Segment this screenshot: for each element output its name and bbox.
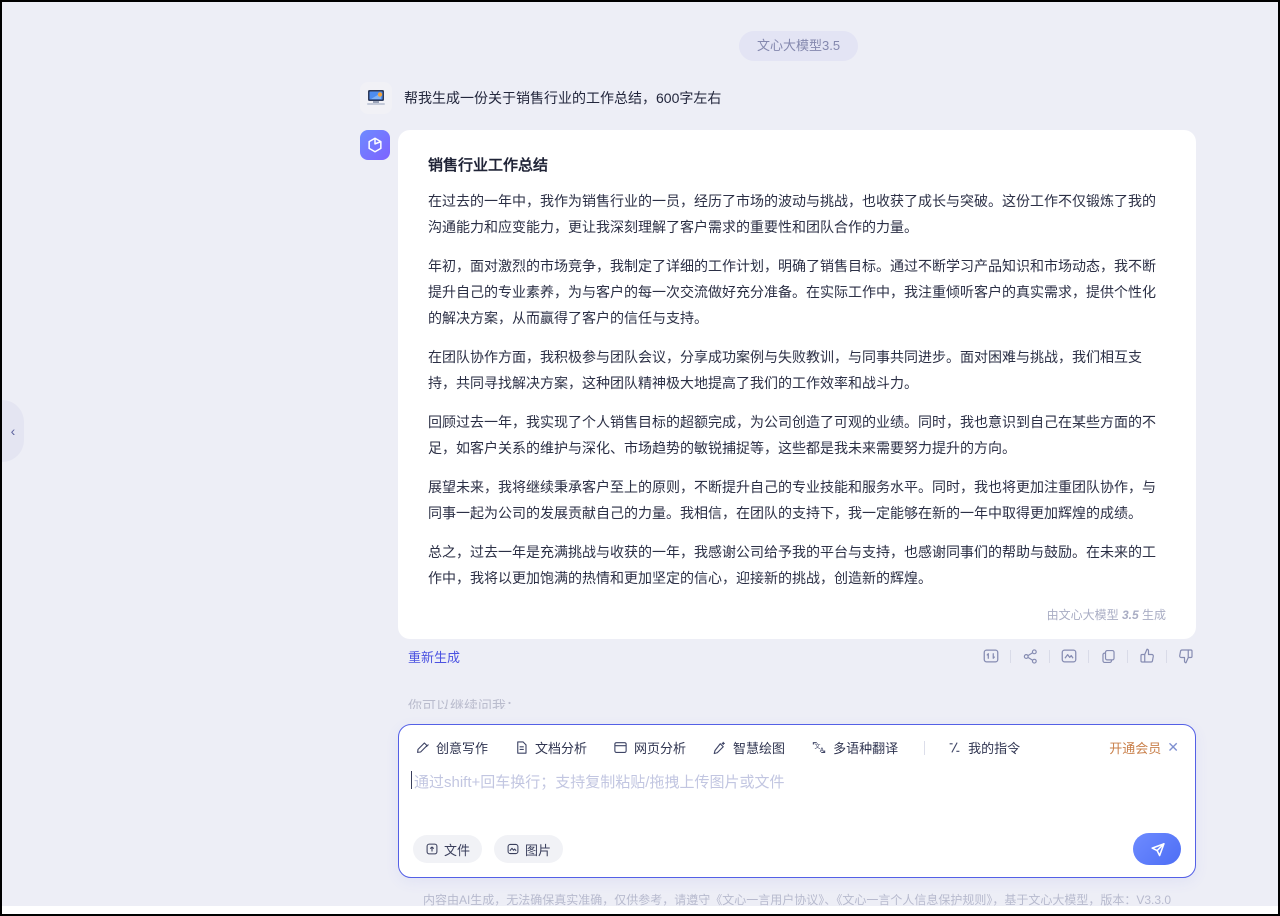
computer-avatar-icon	[365, 88, 387, 108]
pencil-icon	[415, 740, 430, 755]
upload-image-button[interactable]: 图片	[494, 835, 563, 863]
divider	[1049, 650, 1050, 663]
divider	[1010, 650, 1011, 663]
send-button[interactable]	[1133, 833, 1181, 865]
privacy-policy-link[interactable]: 《文心一言个人信息保护规则》	[836, 893, 992, 907]
document-icon	[514, 740, 529, 755]
divider	[1127, 650, 1128, 663]
response-actions-row: 重新生成	[398, 646, 1196, 666]
upload-file-button[interactable]: 文件	[413, 835, 482, 863]
user-message-row: 帮我生成一份关于销售行业的工作总结，600字左右	[360, 82, 721, 114]
disclaimer-text: 内容由AI生成，无法确保真实准确，仅供参考，请遵守	[423, 893, 710, 907]
version-text: ，基于文心大模型，版本：V3.3.0	[992, 893, 1171, 907]
divider	[924, 741, 925, 755]
tool-smart-drawing[interactable]: 智慧绘图	[712, 738, 785, 757]
chevron-left-icon: ‹	[11, 423, 16, 439]
user-avatar	[360, 82, 392, 114]
response-paragraph: 展望未来，我将继续秉承客户至上的原则，不断提升自己的专业技能和服务水平。同时，我…	[428, 474, 1166, 526]
export-icon[interactable]	[981, 646, 1001, 666]
tool-my-commands[interactable]: 我的指令	[947, 738, 1020, 757]
sidebar-collapse-handle[interactable]: ‹	[2, 400, 24, 462]
response-paragraph: 在团队协作方面，我积极参与团队会议，分享成功案例与失败教训，与同事共同进步。面对…	[428, 344, 1166, 396]
webpage-icon	[613, 740, 628, 755]
user-agreement-link[interactable]: 《文心一言用户协议》	[710, 893, 824, 907]
command-icon	[947, 740, 962, 755]
tool-creative-writing[interactable]: 创意写作	[415, 738, 488, 757]
tool-webpage-analysis[interactable]: 网页分析	[613, 738, 686, 757]
ernie-bot-chat-page: { "header": { "model_badge": "文心大模型3.5" …	[0, 0, 1280, 916]
assistant-response-card: 销售行业工作总结 在过去的一年中，我作为销售行业的一员，经历了市场的波动与挑战，…	[398, 130, 1196, 639]
response-title: 销售行业工作总结	[428, 154, 1166, 175]
translate-icon: 文 A	[811, 740, 827, 755]
tool-document-analysis[interactable]: 文档分析	[514, 738, 587, 757]
image-icon[interactable]	[1059, 646, 1079, 666]
chat-input-panel: 创意写作 文档分析 网页分析 智慧绘图 文	[398, 724, 1196, 878]
model-version-badge[interactable]: 文心大模型3.5	[739, 31, 858, 61]
dislike-icon[interactable]	[1176, 646, 1196, 666]
attachment-buttons: 文件 图片	[413, 835, 575, 863]
divider	[1088, 650, 1089, 663]
draw-icon	[712, 740, 727, 755]
like-icon[interactable]	[1137, 646, 1157, 666]
file-upload-icon	[425, 842, 439, 856]
picture-icon	[506, 842, 520, 856]
divider	[1166, 650, 1167, 663]
response-paragraph: 年初，面对激烈的市场竞争，我制定了详细的工作计划，明确了销售目标。通过不断学习产…	[428, 253, 1166, 331]
response-paragraph: 回顾过去一年，我实现了个人销售目标的超额完成，为公司创造了可观的业绩。同时，我也…	[428, 409, 1166, 461]
tool-multilingual-translate[interactable]: 文 A 多语种翻译	[811, 738, 898, 757]
regenerate-button[interactable]: 重新生成	[408, 647, 460, 666]
followup-hint: 你可以继续问我：	[408, 696, 520, 709]
response-paragraph: 总之，过去一年是充满挑战与收获的一年，我感谢公司给予我的平台与支持，也感谢同事们…	[428, 539, 1166, 591]
copy-icon[interactable]	[1098, 646, 1118, 666]
bottom-strip	[2, 906, 1278, 914]
input-placeholder: 通过shift+回车换行；支持复制粘贴/拖拽上传图片或文件	[414, 771, 784, 792]
assistant-avatar	[360, 130, 390, 160]
input-tools-row: 创意写作 文档分析 网页分析 智慧绘图 文	[399, 725, 1195, 757]
ernie-logo-icon	[366, 136, 384, 154]
text-cursor	[411, 771, 412, 789]
vip-area: 开通会员 ✕	[1109, 738, 1179, 757]
user-message-text: 帮我生成一份关于销售行业的工作总结，600字左右	[404, 88, 721, 108]
response-paragraph: 在过去的一年中，我作为销售行业的一员，经历了市场的波动与挑战，也收获了成长与突破…	[428, 188, 1166, 240]
open-membership-link[interactable]: 开通会员	[1109, 738, 1161, 757]
close-icon[interactable]: ✕	[1167, 739, 1179, 756]
svg-text:A: A	[820, 746, 825, 754]
message-input[interactable]: 通过shift+回车换行；支持复制粘贴/拖拽上传图片或文件	[399, 757, 1195, 792]
generated-by-label: 由文心大模型 3.5 生成	[428, 604, 1166, 629]
send-icon	[1149, 841, 1166, 858]
response-action-icons	[981, 646, 1196, 666]
share-icon[interactable]	[1020, 646, 1040, 666]
